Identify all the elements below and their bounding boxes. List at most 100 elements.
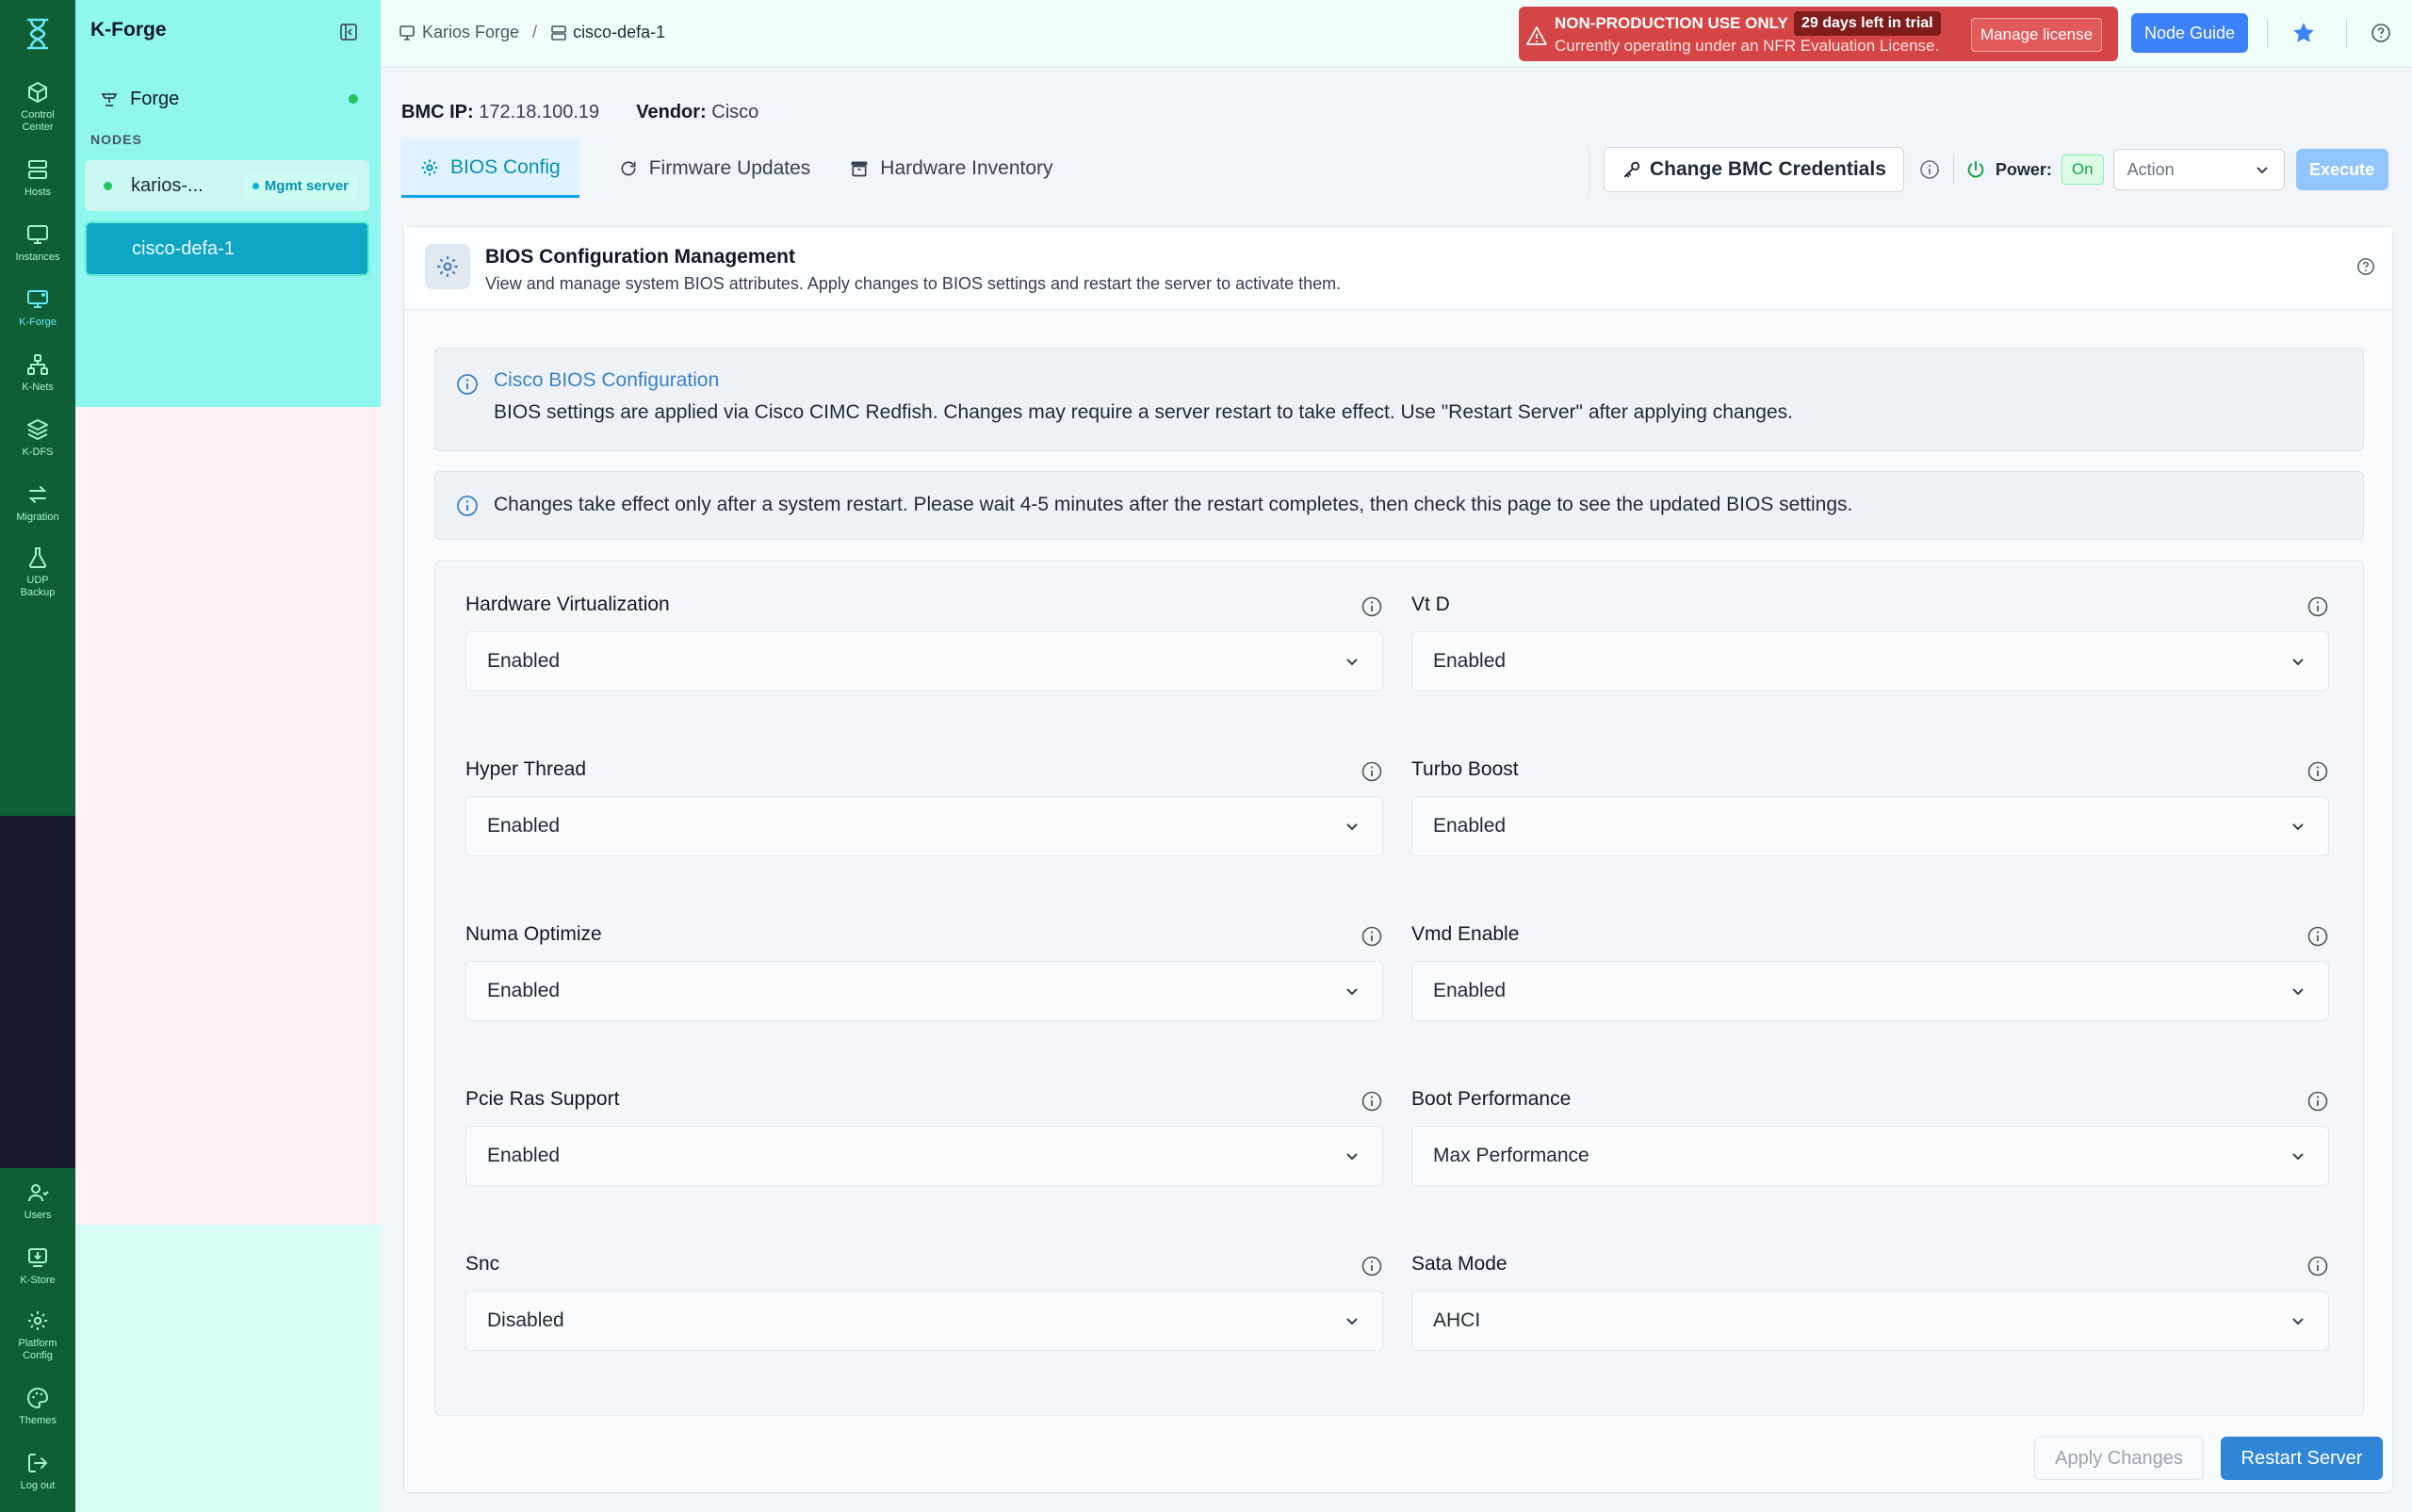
- setting-select[interactable]: Disabled: [465, 1291, 1383, 1351]
- bmc-ip-label: BMC IP:: [401, 102, 474, 122]
- setting-select[interactable]: Enabled: [465, 796, 1383, 856]
- panel-title: K-Forge: [90, 19, 167, 41]
- tab-firmware-updates[interactable]: Firmware Updates: [619, 139, 811, 198]
- rail-label: Instances: [15, 252, 60, 263]
- info-icon: [457, 496, 478, 516]
- info-icon[interactable]: [1361, 925, 1383, 948]
- rail-label: Users: [24, 1210, 52, 1221]
- setting-select[interactable]: Enabled: [1411, 796, 2329, 856]
- rail-item-k-nets[interactable]: K-Nets: [0, 353, 75, 394]
- node-item-cisco-defa-1[interactable]: cisco-defa-1: [85, 221, 369, 276]
- node-guide-button[interactable]: Node Guide: [2131, 13, 2248, 53]
- alert-body: BIOS settings are applied via Cisco CIMC…: [494, 401, 1793, 423]
- panel-background-lower: [75, 1225, 407, 1512]
- rail-item-platform-config[interactable]: Platform Config: [0, 1309, 75, 1362]
- info-icon[interactable]: [2306, 595, 2329, 618]
- network-icon: [27, 354, 48, 375]
- app-logo-icon[interactable]: [23, 17, 53, 51]
- trial-badge: 29 days left in trial: [1794, 11, 1941, 36]
- gear-icon: [28, 1311, 47, 1330]
- node-item-karios[interactable]: karios-... Mgmt server: [85, 160, 369, 211]
- star-icon[interactable]: [2291, 21, 2316, 45]
- server-icon: [551, 24, 566, 41]
- help-icon[interactable]: [2356, 257, 2375, 276]
- rail-label: Hosts: [24, 187, 52, 198]
- power-action-select[interactable]: Action: [2112, 149, 2285, 190]
- setting-select[interactable]: Enabled: [465, 1126, 1383, 1186]
- nav-rail: Control Center Hosts Instances K-Forge K…: [0, 0, 75, 1512]
- info-icon[interactable]: [2306, 925, 2329, 948]
- restart-server-button[interactable]: Restart Server: [2221, 1437, 2383, 1480]
- rail-item-control-center[interactable]: Control Center: [0, 81, 75, 134]
- rail-item-udp-backup[interactable]: UDP Backup: [0, 546, 75, 599]
- rail-item-k-store[interactable]: K-Store: [0, 1246, 75, 1287]
- warning-icon: [1526, 26, 1547, 45]
- execute-button[interactable]: Execute: [2295, 149, 2388, 190]
- setting-select[interactable]: Enabled: [1411, 631, 2329, 691]
- rail-item-k-forge[interactable]: K-Forge: [0, 288, 75, 329]
- setting-label: Vmd Enable: [1411, 923, 1520, 945]
- info-icon[interactable]: [2306, 760, 2329, 783]
- logout-icon: [28, 1454, 48, 1472]
- breadcrumb-root[interactable]: Karios Forge: [422, 23, 519, 42]
- manage-license-button[interactable]: Manage license: [1971, 18, 2103, 52]
- action-bar: Change BMC Credentials Power: On Action …: [1604, 147, 2388, 192]
- change-bmc-credentials-button[interactable]: Change BMC Credentials: [1604, 147, 1904, 192]
- rail-item-migration[interactable]: Migration: [0, 483, 75, 524]
- setting-select[interactable]: AHCI: [1411, 1291, 2329, 1351]
- rail-item-hosts[interactable]: Hosts: [0, 158, 75, 199]
- power-state-badge: On: [2061, 154, 2104, 185]
- setting-select[interactable]: Enabled: [465, 961, 1383, 1021]
- tab-label: Firmware Updates: [648, 157, 811, 179]
- info-icon[interactable]: [2306, 1255, 2329, 1277]
- tab-hardware-inventory[interactable]: Hardware Inventory: [850, 139, 1053, 198]
- arrows-icon: [28, 486, 47, 503]
- rail-label: Config: [23, 1350, 53, 1361]
- info-icon[interactable]: [1361, 1255, 1383, 1277]
- setting-select[interactable]: Enabled: [1411, 961, 2329, 1021]
- apply-changes-button[interactable]: Apply Changes: [2034, 1437, 2204, 1480]
- sidebar-collapse-icon[interactable]: [339, 23, 358, 41]
- rail-item-log-out[interactable]: Log out: [0, 1452, 75, 1492]
- tab-label: Hardware Inventory: [880, 157, 1053, 179]
- chevron-down-icon: [1346, 658, 1358, 666]
- info-icon[interactable]: [1361, 760, 1383, 783]
- setting-label: Turbo Boost: [1411, 758, 1519, 780]
- forge-icon: [27, 290, 48, 308]
- vendor-label: Vendor:: [636, 102, 707, 122]
- status-dot: [104, 181, 112, 190]
- node-name: karios-...: [131, 174, 204, 196]
- download-icon: [28, 1248, 47, 1267]
- rail-item-k-dfs[interactable]: K-DFS: [0, 418, 75, 459]
- setting-select[interactable]: Max Performance: [1411, 1126, 2329, 1186]
- info-icon[interactable]: [2306, 1090, 2329, 1113]
- rail-item-users[interactable]: Users: [0, 1181, 75, 1222]
- palette-icon: [27, 1387, 49, 1409]
- help-icon[interactable]: [2371, 23, 2391, 43]
- server-info: BMC IP: 172.18.100.19 Vendor: Cisco: [401, 102, 758, 123]
- chevron-down-icon: [1346, 823, 1358, 831]
- divider: [1952, 155, 1954, 184]
- info-icon[interactable]: [1919, 159, 1940, 180]
- bmc-ip-value: 172.18.100.19: [479, 102, 600, 122]
- card-subtitle: View and manage system BIOS attributes. …: [485, 274, 1342, 293]
- rail-label: K-Forge: [19, 317, 57, 328]
- divider: [2346, 19, 2347, 47]
- info-icon[interactable]: [1361, 1090, 1383, 1113]
- tab-bar: BIOS Config Firmware Updates Hardware In…: [401, 138, 1093, 200]
- restart-info-alert: Changes take effect only after a system …: [434, 471, 2364, 540]
- power-status: Power: On: [1965, 154, 2104, 185]
- gear-icon: [421, 159, 438, 175]
- card-title: BIOS Configuration Management: [485, 246, 796, 268]
- archive-icon: [851, 161, 868, 177]
- info-icon[interactable]: [1361, 595, 1383, 618]
- rail-item-themes[interactable]: Themes: [0, 1387, 75, 1427]
- chevron-down-icon: [2292, 988, 2304, 996]
- tab-bios-config[interactable]: BIOS Config: [401, 139, 579, 198]
- chevron-down-icon: [2292, 823, 2304, 831]
- chevron-down-icon: [2292, 1318, 2304, 1325]
- sidebar-item-forge[interactable]: Forge: [100, 85, 367, 113]
- setting-select[interactable]: Enabled: [465, 631, 1383, 691]
- rail-item-instances[interactable]: Instances: [0, 223, 75, 264]
- rail-label: Log out: [20, 1480, 56, 1491]
